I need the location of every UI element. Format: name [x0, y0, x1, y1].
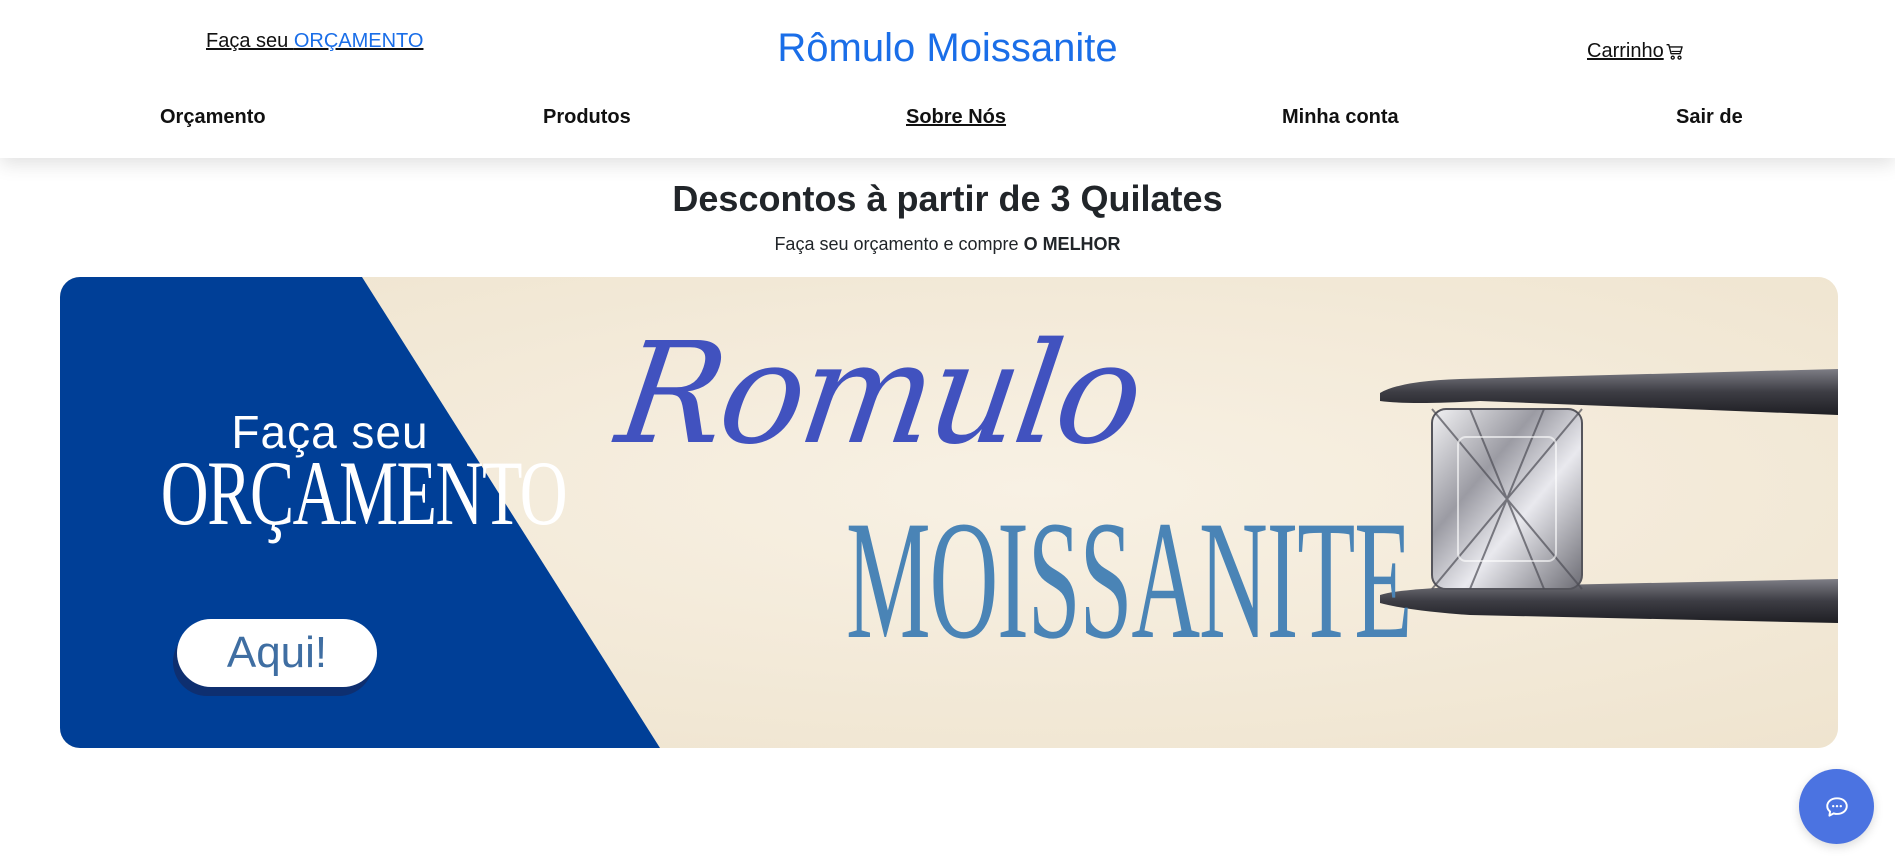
- nav-item-minha-conta[interactable]: Minha conta: [1282, 106, 1399, 129]
- banner-romulo-script: Romulo: [608, 313, 1150, 476]
- hero-subline-bold: O MELHOR: [1023, 234, 1121, 254]
- banner-orcamento: ORÇAMENTO: [160, 442, 568, 544]
- nav-item-orcamento[interactable]: Orçamento: [160, 106, 266, 129]
- main-nav: Orçamento Produtos Sobre Nós Minha conta…: [0, 106, 1895, 136]
- site-header: Faça seu ORÇAMENTO Rômulo Moissanite Car…: [0, 0, 1895, 158]
- cart-label: Carrinho: [1587, 40, 1664, 62]
- nav-item-sobre-nos[interactable]: Sobre Nós: [906, 106, 1006, 129]
- hero-subline: Faça seu orçamento e compre O MELHOR: [0, 234, 1895, 255]
- chat-button[interactable]: [1799, 769, 1874, 844]
- cart-icon: [1666, 43, 1683, 60]
- hero-headline: Descontos à partir de 3 Quilates: [672, 178, 1223, 219]
- promo-banner[interactable]: Faça seu ORÇAMENTO Aqui! Romulo MOISSANI…: [60, 277, 1838, 748]
- nav-item-produtos[interactable]: Produtos: [543, 106, 631, 129]
- chat-bubble-icon: [1825, 796, 1848, 817]
- nav-item-sair[interactable]: Sair de: [1676, 106, 1743, 129]
- banner-aqui-button[interactable]: Aqui!: [177, 619, 377, 687]
- cart-link[interactable]: Carrinho: [1587, 40, 1684, 63]
- banner-moissanite-caps: MOISSANITE: [846, 486, 1412, 674]
- hero-subline-text: Faça seu orçamento e compre: [774, 234, 1024, 254]
